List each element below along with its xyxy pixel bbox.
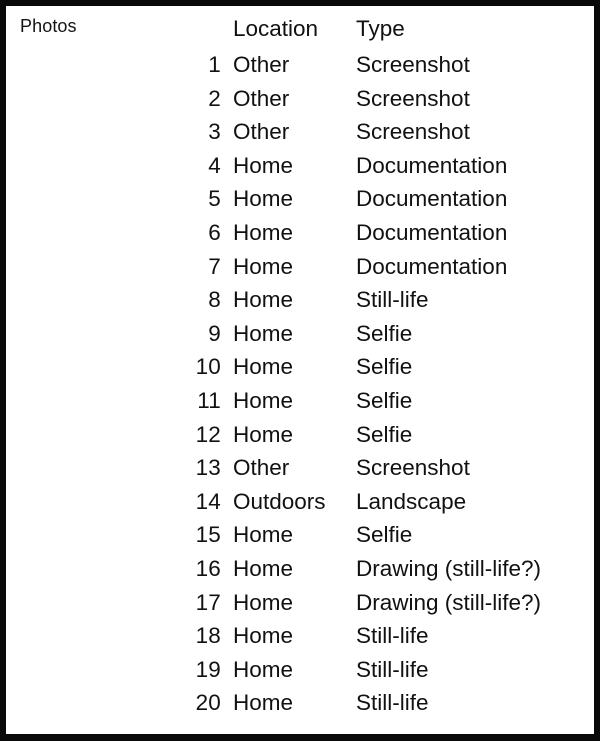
- cell-type: Still-life: [356, 656, 429, 682]
- table-row: 2 Other Screenshot: [6, 82, 594, 116]
- header-row: Location Type: [6, 10, 594, 48]
- cell-location: Home: [233, 387, 294, 413]
- cell-type: Selfie: [356, 522, 413, 548]
- cell-index: 11: [197, 387, 221, 413]
- table-row: 20 Home Still-life: [6, 686, 594, 720]
- table-body: 1 Other Screenshot 2 Other Screenshot 3 Other Sc…: [6, 48, 594, 720]
- cell-type: Drawing (still-life?): [356, 589, 542, 615]
- cell-location: Home: [233, 656, 294, 682]
- cell-location: Other: [233, 119, 290, 145]
- header-type: Type: [356, 16, 405, 41]
- cell-index: 15: [195, 522, 221, 548]
- cell-index: 12: [195, 421, 221, 447]
- cell-location: Other: [233, 85, 290, 111]
- cell-index: 2: [208, 85, 221, 111]
- cell-location: Outdoors: [233, 488, 326, 514]
- cell-location: Home: [233, 623, 294, 649]
- cell-index: 9: [208, 320, 221, 346]
- table-row: 12 Home Selfie: [6, 418, 594, 452]
- table-row: 15 Home Selfie: [6, 518, 594, 552]
- header-location: Location: [233, 16, 319, 41]
- table-row: 14 Outdoors Landscape: [6, 485, 594, 519]
- table-row: 5 Home Documentation: [6, 182, 594, 216]
- cell-location: Home: [233, 152, 294, 178]
- cell-location: Home: [233, 522, 294, 548]
- cell-type: Still-life: [356, 623, 429, 649]
- table-row: 18 Home Still-life: [6, 619, 594, 653]
- cell-location: Home: [233, 690, 294, 716]
- table-row: 1 Other Screenshot: [6, 48, 594, 82]
- cell-type: Documentation: [356, 186, 508, 212]
- table-row: 17 Home Drawing (still-life?): [6, 586, 594, 620]
- cell-location: Other: [233, 455, 290, 481]
- cell-type: Still-life: [356, 690, 429, 716]
- cell-location: Home: [233, 354, 294, 380]
- table-row: 16 Home Drawing (still-life?): [6, 552, 594, 586]
- cell-type: Drawing (still-life?): [356, 555, 542, 581]
- cell-type: Selfie: [356, 354, 413, 380]
- cell-location: Home: [233, 186, 294, 212]
- cell-location: Home: [233, 219, 294, 245]
- cell-index: 13: [195, 455, 221, 481]
- cell-location: Other: [233, 52, 290, 77]
- cell-index: 1: [208, 52, 221, 77]
- cell-type: Documentation: [356, 152, 508, 178]
- cell-location: Home: [233, 589, 294, 615]
- table-row: 19 Home Still-life: [6, 653, 594, 687]
- cell-type: Documentation: [356, 219, 508, 245]
- cell-index: 19: [195, 656, 221, 682]
- table-row: 3 Other Screenshot: [6, 115, 594, 149]
- cell-type: Screenshot: [356, 85, 470, 111]
- cell-index: 10: [195, 354, 221, 380]
- cell-index: 4: [208, 152, 221, 178]
- cell-type: Documentation: [356, 253, 508, 279]
- cell-type: Screenshot: [356, 52, 470, 77]
- image-border: Photos Location Type 1 Other Screenshot 2 Ot…: [0, 0, 600, 741]
- cell-type: Selfie: [356, 387, 413, 413]
- table-row: 6 Home Documentation: [6, 216, 594, 250]
- table-row: 9 Home Selfie: [6, 317, 594, 351]
- cell-location: Home: [233, 287, 294, 313]
- header-index: [6, 10, 221, 48]
- table-row: 13 Other Screenshot: [6, 451, 594, 485]
- cell-index: 20: [195, 690, 221, 716]
- cell-index: 7: [208, 253, 221, 279]
- cell-location: Home: [233, 421, 294, 447]
- cell-index: 3: [208, 119, 221, 145]
- cell-index: 5: [208, 186, 221, 212]
- cell-index: 14: [195, 488, 221, 514]
- cell-index: 16: [195, 555, 221, 581]
- cell-index: 18: [195, 623, 221, 649]
- cell-index: 6: [208, 219, 221, 245]
- cell-location: Home: [233, 555, 294, 581]
- table-header: Location Type: [6, 10, 594, 48]
- photo-classification-table: Location Type 1 Other Screenshot 2 Other Scre…: [6, 10, 594, 720]
- table-row: 10 Home Selfie: [6, 350, 594, 384]
- cell-location: Home: [233, 253, 294, 279]
- cell-type: Screenshot: [356, 455, 470, 481]
- cell-type: Screenshot: [356, 119, 470, 145]
- cell-type: Still-life: [356, 287, 429, 313]
- cell-type: Selfie: [356, 320, 413, 346]
- table-row: 8 Home Still-life: [6, 283, 594, 317]
- photo-table-panel: Photos Location Type 1 Other Screenshot 2 Ot…: [6, 6, 594, 734]
- cell-type: Selfie: [356, 421, 413, 447]
- table-row: 4 Home Documentation: [6, 149, 594, 183]
- cell-type: Landscape: [356, 488, 467, 514]
- table-row: 11 Home Selfie: [6, 384, 594, 418]
- table-row: 7 Home Documentation: [6, 250, 594, 284]
- cell-index: 8: [208, 287, 221, 313]
- cell-location: Home: [233, 320, 294, 346]
- cell-index: 17: [195, 589, 221, 615]
